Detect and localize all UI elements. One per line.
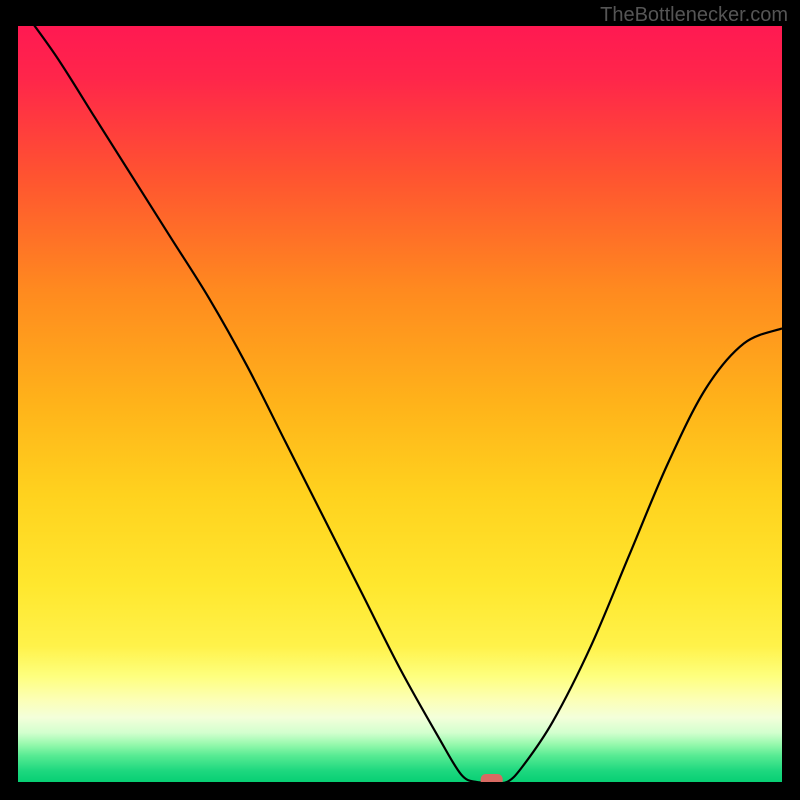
plot-area bbox=[18, 26, 782, 782]
watermark-text: TheBottlenecker.com bbox=[600, 4, 788, 27]
chart-svg bbox=[18, 26, 782, 782]
chart-container: TheBottlenecker.com bbox=[0, 0, 800, 800]
optimum-marker bbox=[481, 774, 503, 782]
